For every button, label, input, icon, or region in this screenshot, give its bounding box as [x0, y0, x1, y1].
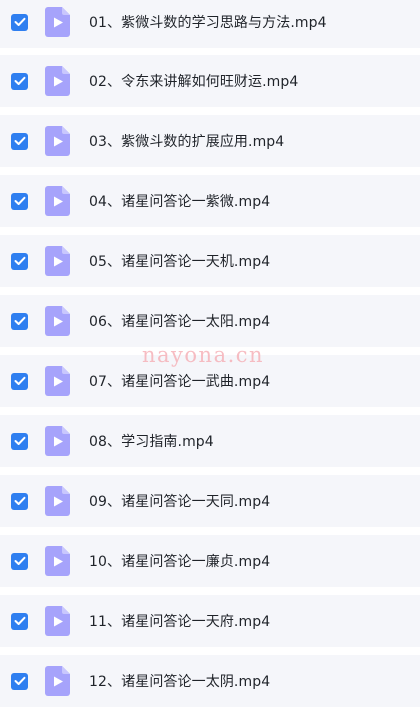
file-name: 12、诸星问答论一太阴.mp4	[89, 674, 271, 690]
file-name: 08、学习指南.mp4	[89, 434, 214, 450]
video-file-icon	[45, 426, 70, 456]
file-row[interactable]: 09、诸星问答论一天同.mp4	[0, 475, 420, 527]
file-name: 10、诸星问答论一廉贞.mp4	[89, 554, 271, 570]
checkbox-checked-icon[interactable]	[11, 372, 28, 390]
checkbox-checked-icon[interactable]	[11, 492, 28, 510]
file-row[interactable]: 12、诸星问答论一太阴.mp4	[0, 655, 420, 707]
video-file-icon	[45, 186, 70, 216]
video-file-icon	[45, 486, 70, 516]
file-name: 04、诸星问答论一紫微.mp4	[89, 194, 271, 210]
video-file-icon	[45, 66, 70, 96]
file-row[interactable]: 08、学习指南.mp4	[0, 415, 420, 467]
checkbox-checked-icon[interactable]	[11, 252, 28, 270]
video-file-icon	[45, 306, 70, 336]
checkbox-checked-icon[interactable]	[11, 132, 28, 150]
file-row[interactable]: 03、紫微斗数的扩展应用.mp4	[0, 115, 420, 167]
video-file-icon	[45, 246, 70, 276]
file-name: 03、紫微斗数的扩展应用.mp4	[89, 134, 285, 150]
file-name: 01、紫微斗数的学习思路与方法.mp4	[89, 15, 327, 31]
file-row[interactable]: 06、诸星问答论一太阳.mp4	[0, 295, 420, 347]
video-file-icon	[45, 7, 70, 37]
file-row[interactable]: 02、令东来讲解如何旺财运.mp4	[0, 55, 420, 107]
video-file-icon	[45, 666, 70, 696]
file-name: 07、诸星问答论一武曲.mp4	[89, 374, 271, 390]
video-file-icon	[45, 606, 70, 636]
file-row[interactable]: 10、诸星问答论一廉贞.mp4	[0, 535, 420, 587]
file-name: 02、令东来讲解如何旺财运.mp4	[89, 74, 299, 90]
video-file-icon	[45, 366, 70, 396]
checkbox-checked-icon[interactable]	[11, 312, 28, 330]
file-row[interactable]: 05、诸星问答论一天机.mp4	[0, 235, 420, 287]
file-row[interactable]: 07、诸星问答论一武曲.mp4	[0, 355, 420, 407]
checkbox-checked-icon[interactable]	[11, 552, 28, 570]
file-name: 11、诸星问答论一天府.mp4	[89, 614, 271, 630]
file-row[interactable]: 01、紫微斗数的学习思路与方法.mp4	[0, 0, 420, 48]
checkbox-checked-icon[interactable]	[11, 192, 28, 210]
file-name: 05、诸星问答论一天机.mp4	[89, 254, 271, 270]
checkbox-checked-icon[interactable]	[11, 13, 28, 31]
file-name: 09、诸星问答论一天同.mp4	[89, 494, 271, 510]
file-list: 01、紫微斗数的学习思路与方法.mp4 02、令东来讲解如何旺财运.mp4 03、紫…	[0, 0, 420, 714]
checkbox-checked-icon[interactable]	[11, 612, 28, 630]
file-name: 06、诸星问答论一太阳.mp4	[89, 314, 271, 330]
checkbox-checked-icon[interactable]	[11, 432, 28, 450]
checkbox-checked-icon[interactable]	[11, 72, 28, 90]
video-file-icon	[45, 546, 70, 576]
file-row[interactable]: 11、诸星问答论一天府.mp4	[0, 595, 420, 647]
video-file-icon	[45, 126, 70, 156]
file-row[interactable]: 04、诸星问答论一紫微.mp4	[0, 175, 420, 227]
checkbox-checked-icon[interactable]	[11, 672, 28, 690]
